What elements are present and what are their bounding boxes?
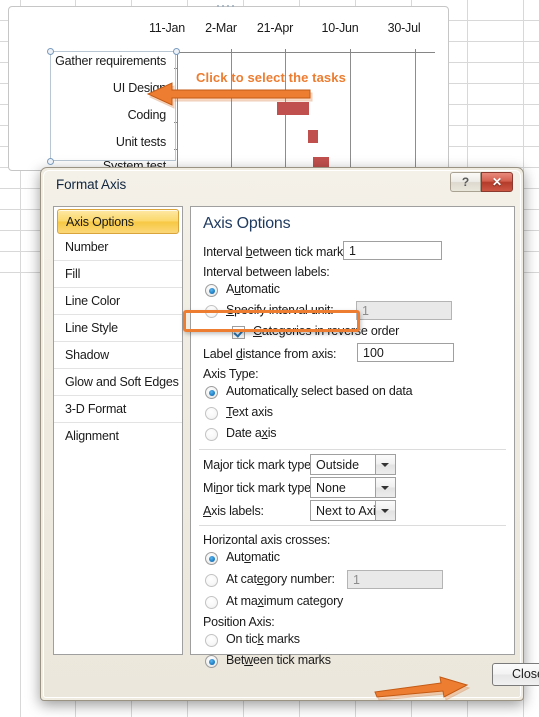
specify-interval-unit-input: 1 <box>356 301 452 320</box>
axis-labels-select[interactable]: Next to Axis <box>310 500 396 521</box>
label-distance-input[interactable]: 100 <box>357 343 454 362</box>
radio-position-between-tick-marks[interactable] <box>205 655 218 668</box>
radio-hcross-at-maximum[interactable] <box>205 596 218 609</box>
minor-tick-type-select[interactable]: None <box>310 477 396 498</box>
axis-handle-bottom-left[interactable] <box>47 158 54 165</box>
label-distance-label: Label distance from axis: <box>203 347 337 361</box>
interval-tick-marks-label: Interval between tick marks: <box>203 245 353 259</box>
nav-item-shadow[interactable]: Shadow <box>54 342 182 369</box>
dialog-titlebar[interactable]: Format Axis ? ✕ <box>44 171 520 201</box>
nav-item-alignment[interactable]: Alignment <box>54 423 182 450</box>
nav-item-line-style[interactable]: Line Style <box>54 315 182 342</box>
axis-options-pane: Axis Options Interval between tick marks… <box>190 206 515 668</box>
interval-tick-marks-input[interactable]: 1 <box>343 241 442 260</box>
horizontal-axis-crosses-label: Horizontal axis crosses: <box>203 533 331 547</box>
radio-position-between-tick-marks-label: Between tick marks <box>226 653 331 667</box>
highlight-rectangle-categories-reverse <box>183 310 360 332</box>
dialog-nav-list[interactable]: Axis Options Number Fill Line Color Line… <box>53 206 183 655</box>
hcross-category-number-input: 1 <box>347 570 443 589</box>
major-tick-type-select[interactable]: Outside <box>310 454 396 475</box>
axis-type-label: Axis Type: <box>203 367 259 381</box>
axis-label-4: 30-Jul <box>387 21 421 35</box>
major-tick-type-label: Major tick mark type: <box>203 458 315 472</box>
axis-label-2: 21-Apr <box>256 21 294 35</box>
radio-interval-automatic-label: Automatic <box>226 282 280 296</box>
radio-hcross-at-category-label: At category number: <box>226 572 335 586</box>
axis-label-1: 2-Mar <box>205 21 237 35</box>
radio-axis-type-date[interactable] <box>205 428 218 441</box>
screenshot-root: 11-Jan 2-Mar 21-Apr 10-Jun 30-Jul Gather… <box>0 0 539 717</box>
chevron-down-icon[interactable] <box>375 478 395 497</box>
radio-hcross-at-maximum-label: At maximum category <box>226 594 344 608</box>
pane-heading: Axis Options <box>203 215 291 232</box>
axis-handle-right[interactable] <box>173 48 180 55</box>
radio-hcross-automatic[interactable] <box>205 552 218 565</box>
axis-handle-left[interactable] <box>47 48 54 55</box>
radio-hcross-automatic-label: Automatic <box>226 550 280 564</box>
dialog-inner-frame: Format Axis ? ✕ Axis Options Number Fill… <box>43 170 539 698</box>
axis-labels-value: Next to Axis <box>316 504 382 518</box>
close-icon[interactable]: ✕ <box>481 172 513 192</box>
nav-item-fill[interactable]: Fill <box>54 261 182 288</box>
axis-label-3: 10-Jun <box>321 21 359 35</box>
nav-item-number[interactable]: Number <box>54 234 182 261</box>
pointer-arrow-left <box>146 82 313 109</box>
radio-axis-type-auto-label: Automatically select based on data <box>226 384 413 398</box>
radio-position-on-tick-marks-label: On tick marks <box>226 632 300 646</box>
radio-axis-type-text[interactable] <box>205 407 218 420</box>
minor-tick-type-value: None <box>316 481 346 495</box>
radio-hcross-at-category[interactable] <box>205 574 218 587</box>
nav-item-3d-format[interactable]: 3-D Format <box>54 396 182 423</box>
nav-item-glow-and-soft-edges[interactable]: Glow and Soft Edges <box>54 369 182 396</box>
radio-axis-type-text-label: Text axis <box>226 405 273 419</box>
interval-labels-label: Interval between labels: <box>203 265 330 279</box>
chart-top-handle[interactable] <box>217 4 239 9</box>
help-icon[interactable]: ? <box>450 172 481 192</box>
radio-axis-type-auto[interactable] <box>205 386 218 399</box>
pointer-arrow-close <box>374 676 471 701</box>
dialog-title: Format Axis <box>56 177 127 192</box>
minor-tick-type-label: Minor tick mark type: <box>203 481 315 495</box>
radio-position-on-tick-marks[interactable] <box>205 634 218 647</box>
nav-item-axis-options[interactable]: Axis Options <box>57 209 179 234</box>
nav-item-line-color[interactable]: Line Color <box>54 288 182 315</box>
chevron-down-icon[interactable] <box>375 501 395 520</box>
position-axis-label: Position Axis: <box>203 615 275 629</box>
axis-labels-label: Axis labels: <box>203 504 264 518</box>
divider-1 <box>199 449 506 450</box>
format-axis-dialog[interactable]: Format Axis ? ✕ Axis Options Number Fill… <box>40 167 539 701</box>
chevron-down-icon[interactable] <box>375 455 395 474</box>
major-tick-type-value: Outside <box>316 458 360 472</box>
axis-label-0: 11-Jan <box>148 21 186 35</box>
radio-interval-automatic[interactable] <box>205 284 218 297</box>
divider-2 <box>199 525 506 526</box>
close-button[interactable]: Close <box>492 663 539 686</box>
gantt-bar-unit-tests[interactable] <box>308 130 318 143</box>
radio-axis-type-date-label: Date axis <box>226 426 277 440</box>
